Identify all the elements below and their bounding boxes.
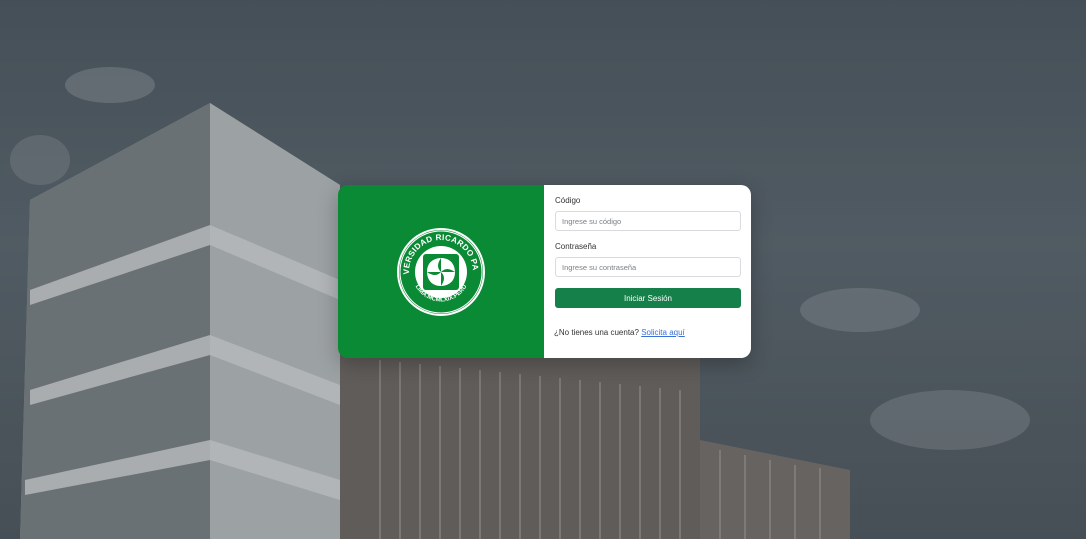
password-label: Contraseña <box>555 242 597 251</box>
signup-row: ¿No tienes una cuenta? Solicita aquí <box>554 328 685 337</box>
no-account-text: ¿No tienes una cuenta? <box>554 328 639 337</box>
code-input[interactable] <box>555 211 741 231</box>
brand-panel: UNIVERSIDAD RICARDO PALMA LIMA.MCMLXIX.P… <box>338 185 544 358</box>
university-logo: UNIVERSIDAD RICARDO PALMA LIMA.MCMLXIX.P… <box>393 224 485 316</box>
code-label: Código <box>555 196 581 205</box>
request-account-link[interactable]: Solicita aquí <box>641 328 685 337</box>
login-button[interactable]: Iniciar Sesión <box>555 288 741 308</box>
login-form: Código Contraseña Iniciar Sesión ¿No tie… <box>544 185 751 358</box>
login-card: UNIVERSIDAD RICARDO PALMA LIMA.MCMLXIX.P… <box>338 185 751 358</box>
password-input[interactable] <box>555 257 741 277</box>
logo-swirl-icon <box>423 253 459 290</box>
